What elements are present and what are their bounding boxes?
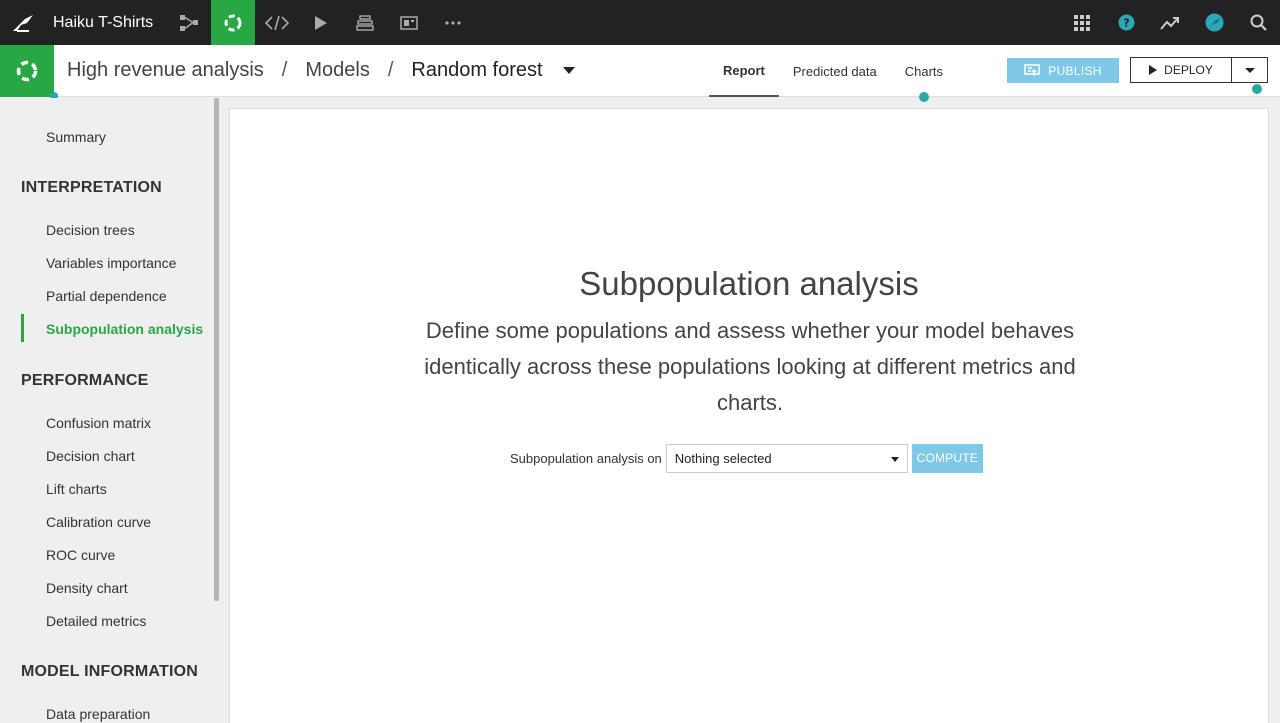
subpopulation-form: Subpopulation analysis on Nothing select…	[510, 443, 983, 473]
publish-label: PUBLISH	[1048, 63, 1102, 78]
deploy-button-group: DEPLOY	[1130, 57, 1268, 83]
sidebar-item-confusion-matrix[interactable]: Confusion matrix	[46, 415, 151, 431]
page-description: Define some populations and assess wheth…	[424, 318, 1076, 415]
report-content-panel: Subpopulation analysis Define some popul…	[229, 108, 1269, 723]
report-sidebar: Summary INTERPRETATION Decision trees Va…	[0, 98, 222, 723]
user-avatar-icon[interactable]	[1192, 0, 1236, 45]
breadcrumb-model-name: Random forest	[411, 59, 543, 81]
tab-predicted-data[interactable]: Predicted data	[779, 45, 891, 97]
sidebar-item-decision-chart[interactable]: Decision chart	[46, 448, 135, 464]
dataiku-logo-icon[interactable]	[0, 0, 45, 45]
model-dropdown-caret-icon[interactable]	[562, 67, 575, 74]
svg-text:?: ?	[1123, 17, 1129, 30]
sidebar-item-summary[interactable]: Summary	[46, 129, 106, 145]
sidebar-item-data-preparation[interactable]: Data preparation	[46, 706, 150, 722]
publish-button[interactable]: PUBLISH	[1007, 58, 1119, 83]
sidebar-item-lift-charts[interactable]: Lift charts	[46, 481, 107, 497]
sidebar-item-detailed-metrics[interactable]: Detailed metrics	[46, 613, 146, 629]
model-tabs: Report Predicted data Charts	[709, 45, 957, 102]
deploy-label: DEPLOY	[1164, 63, 1213, 77]
code-icon[interactable]	[255, 0, 299, 45]
sidebar-item-roc-curve[interactable]: ROC curve	[46, 547, 115, 563]
sidebar-section-model-information: MODEL INFORMATION	[21, 663, 199, 680]
chevron-down-icon	[890, 456, 899, 462]
project-name[interactable]: Haiku T-Shirts	[53, 14, 153, 32]
active-item-indicator	[21, 314, 24, 342]
deploy-button[interactable]: DEPLOY	[1131, 58, 1232, 82]
play-icon	[1149, 65, 1158, 75]
deploy-dot	[1252, 84, 1262, 94]
breadcrumb-models[interactable]: Models	[305, 59, 369, 82]
breadcrumb-separator: /	[281, 59, 288, 81]
tab-report[interactable]: Report	[709, 45, 779, 97]
subpopulation-form-label: Subpopulation analysis on	[510, 450, 662, 466]
subpopulation-variable-select[interactable]: Nothing selected	[665, 443, 908, 473]
sidebar-scrollbar[interactable]	[214, 98, 219, 601]
dashboard-icon[interactable]	[387, 0, 431, 45]
breadcrumb: High revenue analysis / Models / Random …	[67, 59, 575, 82]
breadcrumb-analysis[interactable]: High revenue analysis	[67, 59, 264, 82]
model-header-bar: High revenue analysis / Models / Random …	[0, 44, 1280, 102]
topbar-right-tools: ?	[1060, 0, 1280, 45]
compute-button[interactable]: COMPUTE	[911, 443, 983, 473]
trend-icon[interactable]	[1148, 0, 1192, 45]
charts-tab-dot	[918, 92, 929, 102]
deploy-options-button[interactable]	[1232, 58, 1267, 82]
page-title: Subpopulation analysis	[579, 265, 919, 302]
tab-charts[interactable]: Charts	[891, 45, 957, 102]
top-navigation-bar: Haiku T-Shirts ?	[0, 0, 1280, 45]
sidebar-item-density-chart[interactable]: Density chart	[46, 580, 128, 596]
sidebar-section-interpretation: INTERPRETATION	[21, 179, 162, 196]
lab-icon[interactable]	[211, 0, 256, 45]
apps-grid-icon[interactable]	[1060, 0, 1104, 45]
sidebar-item-partial-dependence[interactable]: Partial dependence	[46, 288, 167, 304]
select-value: Nothing selected	[674, 450, 772, 466]
sidebar-item-calibration-curve[interactable]: Calibration curve	[46, 514, 151, 530]
compute-label: COMPUTE	[916, 451, 978, 465]
sidebar-item-variables-importance[interactable]: Variables importance	[46, 255, 176, 271]
lab-model-icon	[0, 44, 58, 100]
publish-icon	[1024, 64, 1041, 76]
help-icon[interactable]: ?	[1104, 0, 1148, 45]
tab-report-label: Report	[723, 62, 765, 78]
sidebar-item-subpopulation-analysis[interactable]: Subpopulation analysis	[46, 321, 203, 337]
run-icon[interactable]	[299, 0, 343, 45]
sidebar-section-performance: PERFORMANCE	[21, 372, 149, 389]
flow-icon[interactable]	[167, 0, 211, 45]
search-icon[interactable]	[1236, 0, 1280, 45]
chevron-down-icon	[1244, 67, 1255, 73]
tab-predicted-data-label: Predicted data	[792, 63, 877, 79]
sidebar-item-decision-trees[interactable]: Decision trees	[46, 222, 135, 238]
more-icon[interactable]	[431, 0, 475, 45]
deploy-stack-icon[interactable]	[343, 0, 387, 45]
tab-charts-label: Charts	[904, 63, 944, 79]
breadcrumb-separator: /	[387, 59, 394, 81]
